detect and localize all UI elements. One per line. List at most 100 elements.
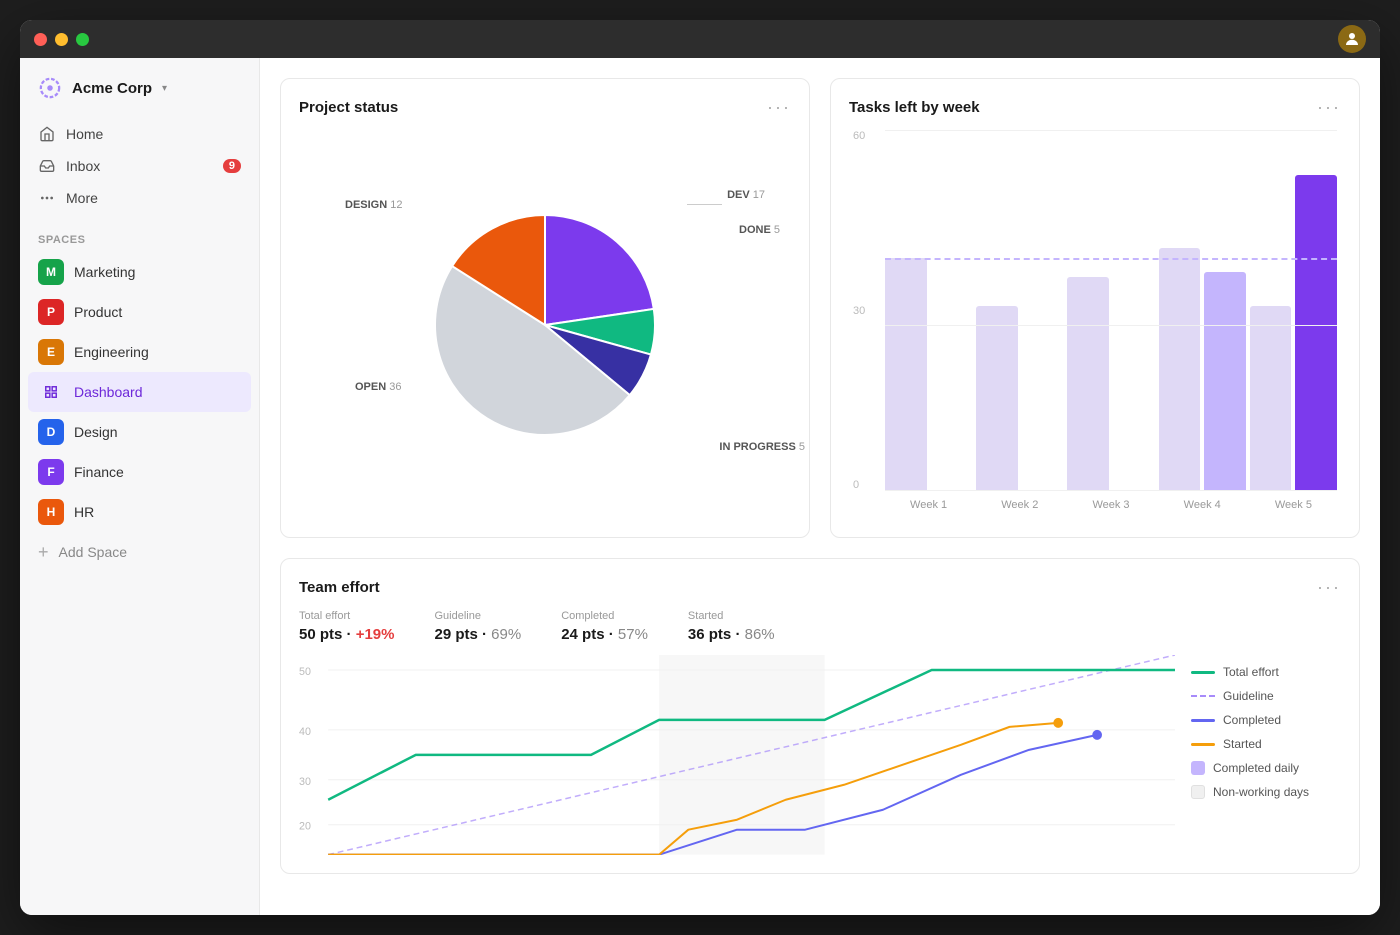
chevron-down-icon: ▾ [162,83,167,94]
in-progress-label: IN PROGRESS 5 [719,437,805,455]
legend: Total effort Guideline Completed St [1191,655,1341,855]
main-content: Project status ··· [260,58,1380,915]
pie-chart-container: DEV 17 DONE 5 IN PROGRESS 5 OPEN 36 [299,130,791,519]
stat-completed-value: 24 pts · 57% [561,626,648,643]
sidebar-item-engineering[interactable]: E Engineering [28,332,251,372]
bar2-week5 [1295,175,1337,491]
close-button[interactable] [34,33,47,46]
sidebar-item-more-label: More [66,190,98,206]
bar2-week4 [1204,272,1246,491]
sidebar-item-hr-label: HR [74,504,94,520]
app-window: Acme Corp ▾ Home Inbox 9 [20,20,1380,915]
sidebar-item-home[interactable]: Home [28,118,251,150]
bar1-week1 [885,258,927,491]
svg-text:20: 20 [299,821,311,833]
bar-group-week2 [976,151,1063,491]
sidebar-item-dashboard[interactable]: Dashboard [28,372,251,412]
legend-guideline-dash [1191,695,1215,697]
bar1-week2 [976,306,1018,491]
open-label: OPEN 36 [355,377,401,395]
stat-completed-label: Completed [561,610,648,622]
guideline-dashed [885,258,1337,260]
week2-label: Week 2 [976,499,1063,511]
grid-mid [885,325,1337,326]
app-body: Acme Corp ▾ Home Inbox 9 [20,58,1380,915]
legend-started-label: Started [1223,737,1262,751]
home-icon [38,125,56,143]
week-labels: Week 1 Week 2 Week 3 Week 4 Week 5 [885,491,1337,519]
plus-icon: + [38,543,49,561]
legend-non-working: Non-working days [1191,785,1341,799]
stat-guideline-label: Guideline [434,610,521,622]
sidebar-item-finance-label: Finance [74,464,124,480]
team-chart-area: 50 40 30 20 [299,655,1341,855]
titlebar [20,20,1380,58]
legend-started: Started [1191,737,1341,751]
bar1-week4 [1159,248,1201,491]
pie-chart-svg [415,195,675,455]
y-label-60: 60 [853,130,877,142]
sidebar-item-product[interactable]: P Product [28,292,251,332]
sidebar-item-inbox-label: Inbox [66,158,100,174]
grid-bottom [885,490,1337,491]
week1-label: Week 1 [885,499,972,511]
week4-label: Week 4 [1159,499,1246,511]
stat-completed: Completed 24 pts · 57% [561,610,648,643]
inbox-badge: 9 [223,159,241,173]
stat-started: Started 36 pts · 86% [688,610,775,643]
design-icon: D [38,419,64,445]
stat-started-label: Started [688,610,775,622]
add-space-button[interactable]: + Add Space [28,536,251,568]
team-effort-title: Team effort [299,579,380,596]
finance-icon: F [38,459,64,485]
bar-chart-area: 60 30 0 [849,130,1341,519]
bar1-week3 [1067,277,1109,491]
inbox-icon [38,157,56,175]
stat-total-effort-value: 50 pts · +19% [299,626,394,643]
tasks-header: Tasks left by week ··· [849,97,1341,118]
legend-total-effort-line [1191,671,1215,674]
brand-icon [36,74,64,102]
tasks-more-button[interactable]: ··· [1317,97,1341,118]
line-chart-svg: 50 40 30 20 [299,655,1175,855]
sidebar-item-inbox[interactable]: Inbox 9 [28,150,251,182]
sidebar-brand[interactable]: Acme Corp ▾ [20,58,259,110]
product-icon: P [38,299,64,325]
legend-guideline: Guideline [1191,689,1341,703]
tasks-by-week-card: Tasks left by week ··· 60 30 0 [830,78,1360,538]
y-label-0: 0 [853,479,877,491]
effort-stats: Total effort 50 pts · +19% Guideline 29 … [299,610,1341,643]
stat-completed-sub: 57% [618,626,648,643]
stat-total-effort-label: Total effort [299,610,394,622]
sidebar: Acme Corp ▾ Home Inbox 9 [20,58,260,915]
svg-text:50: 50 [299,666,311,678]
legend-non-working-box [1191,785,1205,799]
maximize-button[interactable] [76,33,89,46]
team-effort-card: Team effort ··· Total effort 50 pts · +1… [280,558,1360,874]
sidebar-item-dashboard-label: Dashboard [74,384,143,400]
team-effort-more-button[interactable]: ··· [1317,577,1341,598]
sidebar-item-hr[interactable]: H HR [28,492,251,532]
bar-group-week5 [1250,151,1337,491]
sidebar-item-design[interactable]: D Design [28,412,251,452]
y-label-30: 30 [853,305,877,317]
sidebar-item-home-label: Home [66,126,103,142]
traffic-lights [34,33,89,46]
sidebar-item-more[interactable]: More [28,182,251,214]
line-chart-wrap: 50 40 30 20 [299,655,1175,855]
sidebar-item-engineering-label: Engineering [74,344,149,360]
user-avatar[interactable] [1338,25,1366,53]
grid-top [885,130,1337,131]
minimize-button[interactable] [55,33,68,46]
project-status-more-button[interactable]: ··· [767,97,791,118]
engineering-icon: E [38,339,64,365]
legend-guideline-label: Guideline [1223,689,1274,703]
legend-completed-label: Completed [1223,713,1281,727]
hr-icon: H [38,499,64,525]
dev-label: DEV 17 [727,185,765,203]
charts-row: Project status ··· [280,78,1360,538]
stat-guideline: Guideline 29 pts · 69% [434,610,521,643]
bar-group-week1 [885,151,972,491]
sidebar-item-finance[interactable]: F Finance [28,452,251,492]
sidebar-item-marketing[interactable]: M Marketing [28,252,251,292]
